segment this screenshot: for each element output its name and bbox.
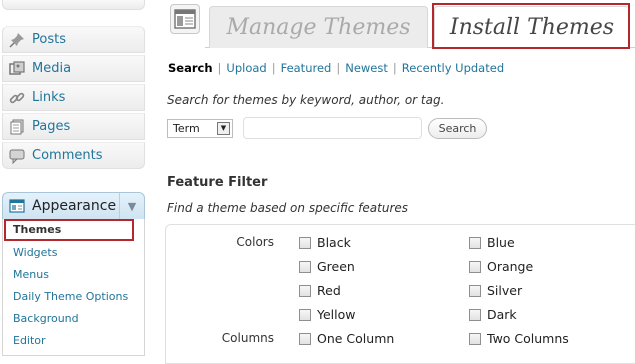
checkbox-black[interactable]: Black — [299, 235, 351, 250]
admin-menu: Posts Media Links Pages Comments Appeara… — [0, 0, 147, 356]
checkbox-blue[interactable]: Blue — [469, 235, 515, 250]
checkbox[interactable] — [469, 260, 481, 273]
subnav-featured[interactable]: Featured — [281, 61, 332, 75]
separator: | — [217, 61, 222, 75]
sidebar-item-links[interactable]: Links — [2, 84, 145, 111]
checkbox[interactable] — [469, 308, 481, 321]
collapse-arrow-icon[interactable]: ▼ — [119, 193, 144, 219]
subnav-search[interactable]: Search — [168, 61, 213, 75]
checkbox[interactable] — [299, 236, 311, 249]
checkbox-label: Red — [317, 283, 341, 298]
group-label-columns: Columns — [221, 331, 274, 345]
checkbox-label: Yellow — [317, 307, 356, 322]
feature-filter-description: Find a theme based on specific features — [167, 201, 409, 215]
sidebar-item-label: Appearance — [32, 198, 117, 214]
checkbox-label: Silver — [487, 283, 523, 298]
media-icon — [8, 60, 26, 78]
checkbox[interactable] — [299, 308, 311, 321]
subnav-upload[interactable]: Upload — [226, 61, 266, 75]
search-type-value: Term — [173, 122, 200, 135]
link-icon — [8, 89, 26, 107]
comment-icon — [8, 147, 26, 165]
pages-icon — [8, 118, 26, 136]
checkbox-red[interactable]: Red — [299, 283, 341, 298]
checkbox[interactable] — [299, 260, 311, 273]
checkbox-silver[interactable]: Silver — [469, 283, 522, 298]
menu-top-stub — [2, 0, 145, 10]
checkbox-label: Black — [317, 235, 351, 250]
submenu-item-themes[interactable]: Themes — [13, 223, 61, 236]
checkbox-yellow[interactable]: Yellow — [299, 307, 355, 322]
checkbox-two-columns[interactable]: Two Columns — [469, 331, 569, 346]
search-description: Search for themes by keyword, author, or… — [167, 93, 445, 107]
checkbox-dark[interactable]: Dark — [469, 307, 517, 322]
submenu-item-menus[interactable]: Menus — [13, 268, 49, 281]
checkbox-green[interactable]: Green — [299, 259, 355, 274]
tab-install-themes[interactable]: Install Themes — [434, 6, 630, 48]
feature-filter-title: Feature Filter — [167, 175, 268, 190]
checkbox-orange[interactable]: Orange — [469, 259, 533, 274]
sidebar-item-appearance[interactable]: Appearance ▼ — [2, 192, 145, 220]
subnav-recently-updated[interactable]: Recently Updated — [402, 61, 504, 75]
sidebar-item-label: Links — [32, 90, 66, 105]
submenu-item-daily-theme-options[interactable]: Daily Theme Options — [13, 290, 128, 303]
sidebar-item-label: Posts — [32, 32, 66, 47]
separator: | — [336, 61, 341, 75]
appearance-submenu: Themes Widgets Menus Daily Theme Options… — [2, 219, 145, 356]
separator: | — [392, 61, 397, 75]
separator: | — [271, 61, 276, 75]
checkbox[interactable] — [299, 284, 311, 297]
checkbox-label: Dark — [487, 307, 517, 322]
checkbox[interactable] — [469, 236, 481, 249]
checkbox-label: Blue — [487, 235, 515, 250]
checkbox[interactable] — [469, 332, 481, 345]
tab-manage-themes[interactable]: Manage Themes — [209, 6, 428, 48]
sidebar-item-label: Pages — [32, 119, 71, 134]
pushpin-icon — [8, 31, 26, 49]
chevron-down-icon[interactable]: ▼ — [217, 122, 230, 135]
sidebar-item-posts[interactable]: Posts — [2, 26, 145, 53]
appearance-icon — [8, 197, 26, 215]
checkbox[interactable] — [299, 332, 311, 345]
sidebar-item-label: Comments — [32, 148, 103, 163]
sidebar-item-media[interactable]: Media — [2, 55, 145, 82]
install-subnav: Search | Upload | Featured | Newest | Recently U… — [168, 61, 504, 75]
checkbox[interactable] — [469, 284, 481, 297]
submenu-item-widgets[interactable]: Widgets — [13, 246, 57, 259]
checkbox-label: Orange — [487, 259, 534, 274]
sidebar-item-pages[interactable]: Pages — [2, 113, 145, 140]
subnav-newest[interactable]: Newest — [345, 61, 388, 75]
sidebar-item-label: Media — [32, 61, 72, 76]
search-input[interactable] — [243, 117, 422, 139]
checkbox-label: Two Columns — [487, 331, 569, 346]
search-type-select[interactable]: Term ▼ — [167, 119, 233, 138]
checkbox-label: One Column — [317, 331, 395, 346]
submenu-item-background[interactable]: Background — [13, 312, 79, 325]
checkbox-one-column[interactable]: One Column — [299, 331, 394, 346]
themes-icon — [170, 4, 200, 34]
submenu-item-editor[interactable]: Editor — [13, 334, 46, 347]
search-button[interactable]: Search — [428, 118, 487, 139]
group-label-colors: Colors — [236, 235, 274, 249]
sidebar-item-comments[interactable]: Comments — [2, 142, 145, 169]
checkbox-label: Green — [317, 259, 355, 274]
